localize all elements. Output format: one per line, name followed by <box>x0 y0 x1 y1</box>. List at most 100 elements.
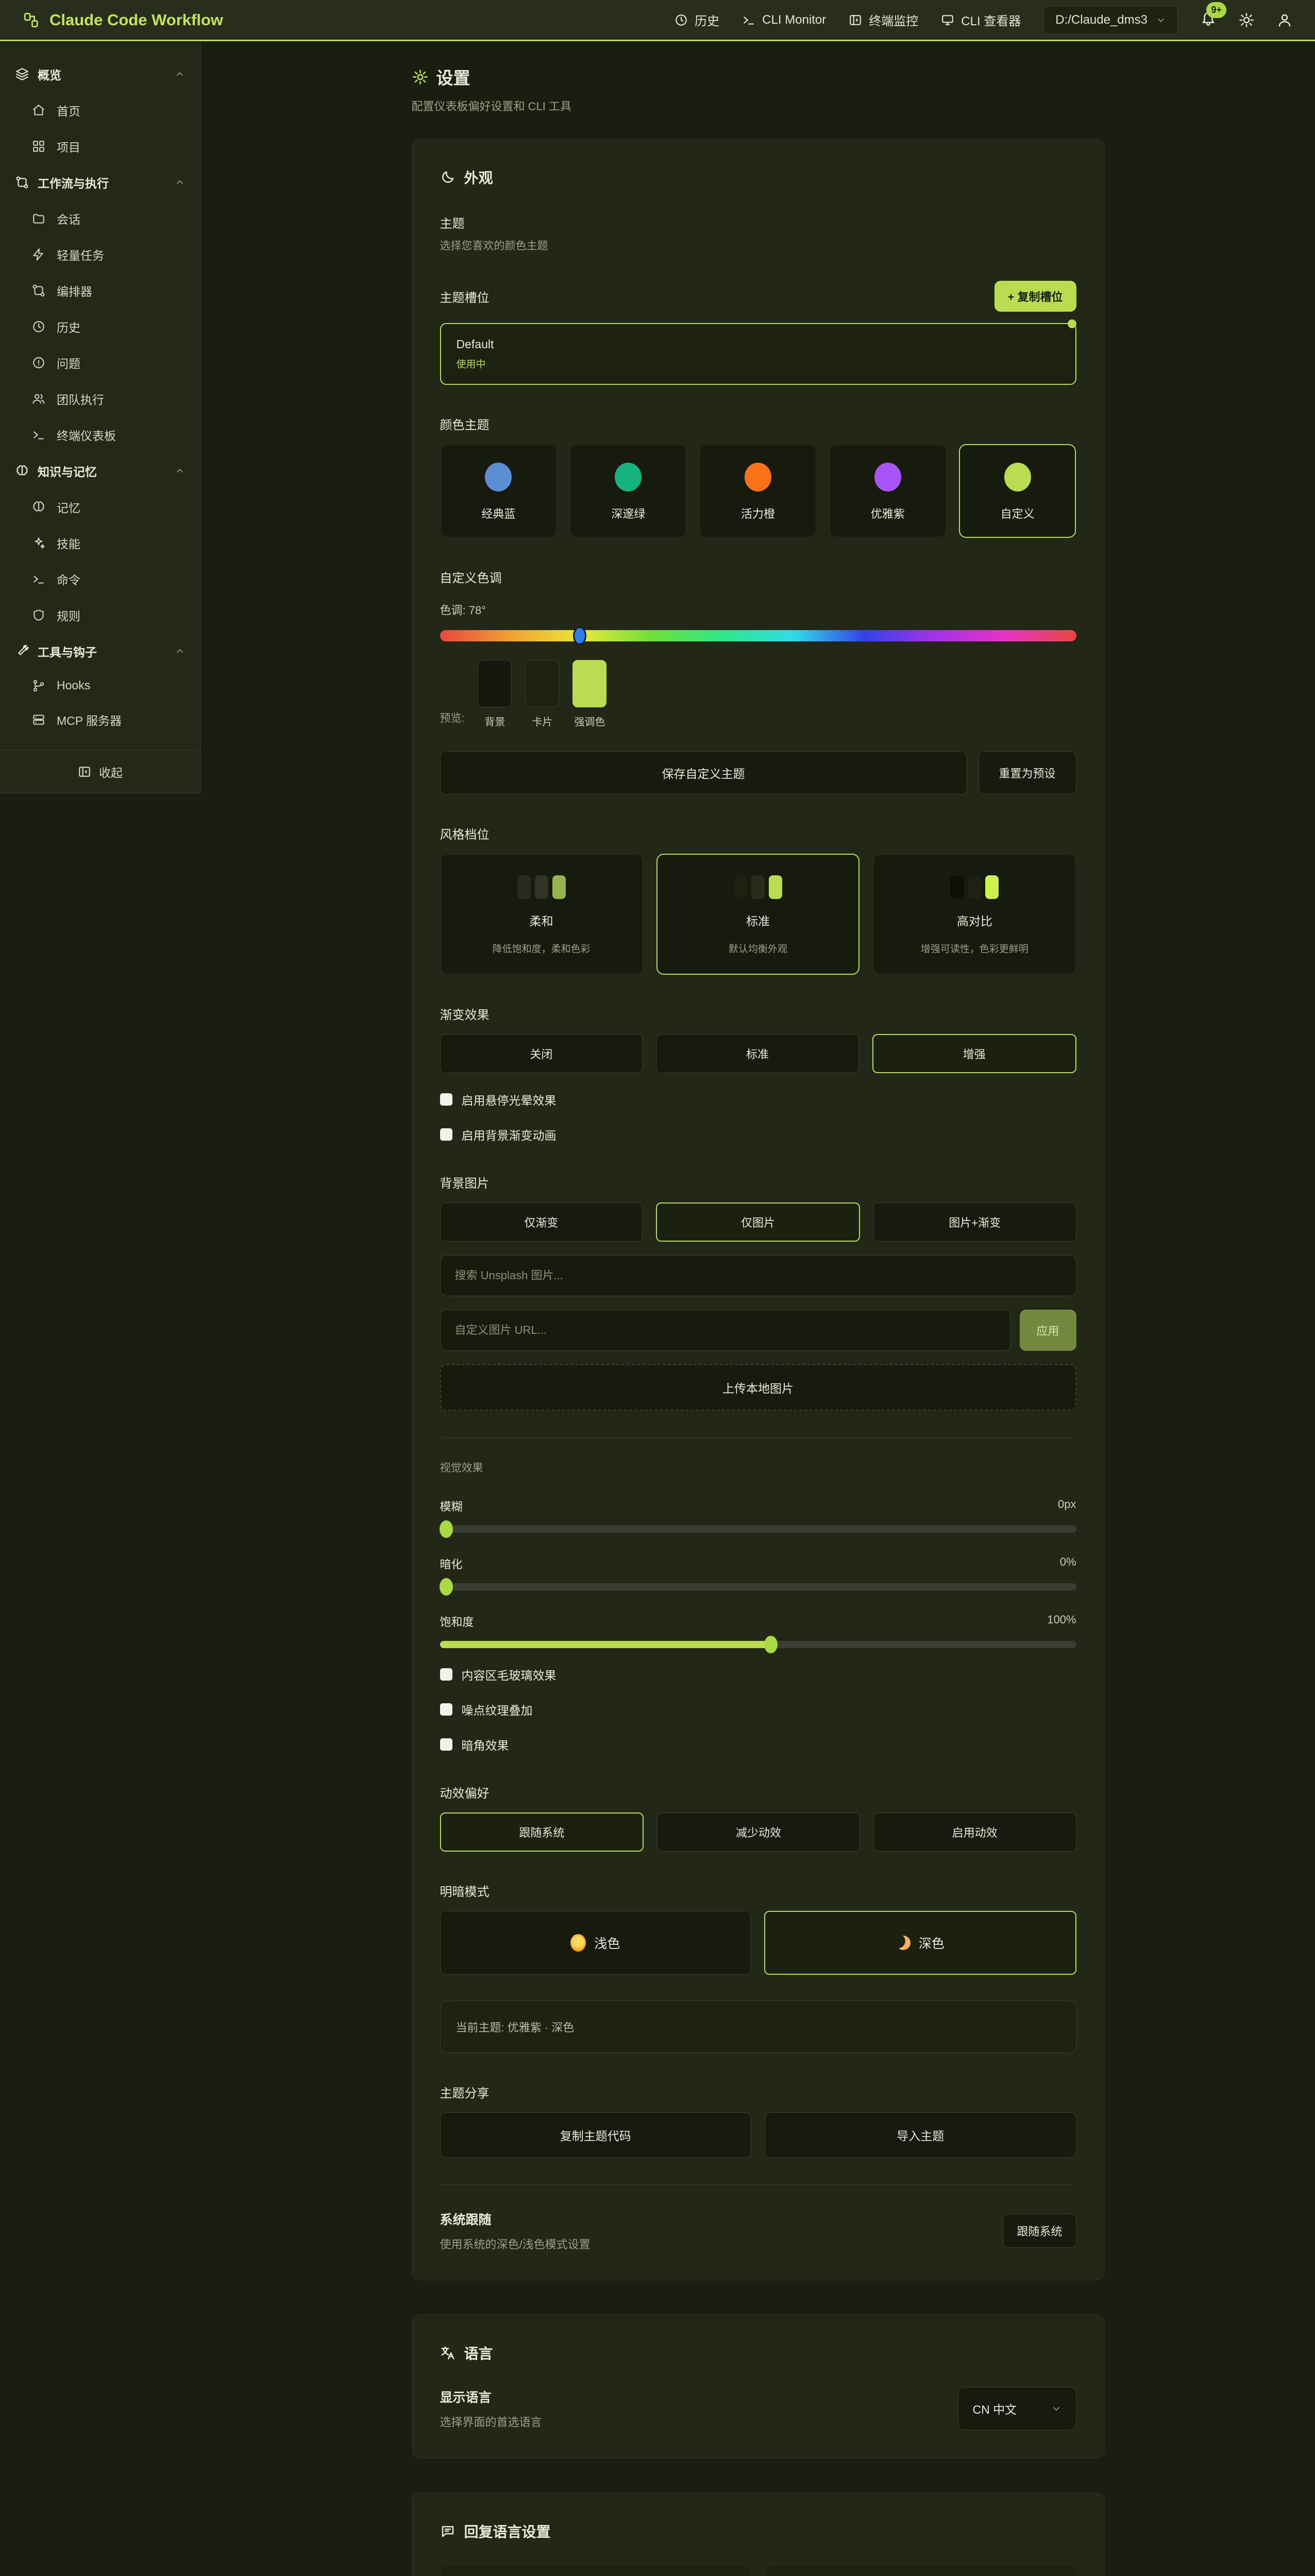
sidebar-item-rules[interactable]: 规则 <box>0 597 200 633</box>
custom-hue-label: 自定义色调 <box>440 568 1076 586</box>
gradient-off-button[interactable]: 关闭 <box>440 1034 643 1073</box>
saturation-slider-block: 饱和度 100% <box>440 1613 1076 1648</box>
sidebar-group-tools[interactable]: 工具与钩子 <box>0 633 200 669</box>
upload-local-image-button[interactable]: 上传本地图片 <box>440 1364 1076 1411</box>
sidebar-item-label: Hooks <box>57 679 90 692</box>
sidebar-item-hooks[interactable]: Hooks <box>0 669 200 702</box>
slider-thumb[interactable] <box>440 1578 453 1596</box>
checkbox-unchecked[interactable] <box>440 1668 452 1681</box>
sidebar-group-knowledge[interactable]: 知识与记忆 <box>0 453 200 489</box>
hover-glow-checkbox-row[interactable]: 启用悬停光晕效果 <box>440 1091 1076 1108</box>
page-title: 设置 <box>412 64 1105 89</box>
saturation-slider[interactable] <box>440 1641 1076 1648</box>
sidebar-group-workflow[interactable]: 工作流与执行 <box>0 164 200 200</box>
display-language-row: 显示语言 选择界面的首选语言 CN 中文 <box>440 2387 1076 2430</box>
sidebar-item-terminal-dashboard[interactable]: 终端仪表板 <box>0 417 200 453</box>
bg-image-only-button[interactable]: 仅图片 <box>656 1202 860 1242</box>
shield-icon <box>32 608 45 622</box>
sidebar-item-skills[interactable]: 技能 <box>0 525 200 561</box>
sidebar-item-projects[interactable]: 项目 <box>0 128 200 164</box>
noise-texture-checkbox-row[interactable]: 噪点纹理叠加 <box>440 1701 1076 1718</box>
app-brand[interactable]: Claude Code Workflow <box>23 11 223 29</box>
tier-swatches <box>517 875 566 899</box>
sidebar-item-commands[interactable]: 命令 <box>0 561 200 597</box>
language-select[interactable]: CN 中文 <box>958 2387 1076 2430</box>
sidebar-item-orchestrator[interactable]: 编排器 <box>0 273 200 309</box>
sidebar-item-team-exec[interactable]: 团队执行 <box>0 381 200 417</box>
sun-icon <box>570 1934 586 1952</box>
sidebar-item-history[interactable]: 历史 <box>0 309 200 345</box>
color-theme-option-purple[interactable]: 优雅紫 <box>829 444 947 538</box>
color-theme-option-blue[interactable]: 经典蓝 <box>440 444 558 538</box>
sidebar-item-memory[interactable]: 记忆 <box>0 489 200 525</box>
save-custom-theme-button[interactable]: 保存自定义主题 <box>440 751 967 794</box>
theme-slot-default[interactable]: Default 使用中 <box>440 323 1076 385</box>
nav-history[interactable]: 历史 <box>675 11 719 29</box>
apply-url-button[interactable]: 应用 <box>1020 1310 1076 1351</box>
color-theme-option-green[interactable]: 深邃绿 <box>569 444 687 538</box>
import-theme-button[interactable]: 导入主题 <box>765 2112 1076 2158</box>
anim-enabled-button[interactable]: 启用动效 <box>873 1812 1076 1852</box>
chat-bubble-icon <box>440 2523 456 2539</box>
style-tier-soft[interactable]: 柔和 降低饱和度，柔和色彩 <box>440 854 643 975</box>
sidebar-item-issues[interactable]: 问题 <box>0 345 200 381</box>
bg-gradient-only-button[interactable]: 仅渐变 <box>440 1202 643 1242</box>
custom-image-url-input[interactable] <box>440 1310 1010 1351</box>
checkbox-unchecked[interactable] <box>440 1128 452 1141</box>
reset-to-preset-button[interactable]: 重置为预设 <box>979 751 1076 794</box>
slider-thumb[interactable] <box>440 1520 453 1538</box>
checkbox-unchecked[interactable] <box>440 1093 452 1106</box>
checkbox-unchecked[interactable] <box>440 1738 452 1751</box>
chevron-up-icon <box>175 177 185 188</box>
folder-icon <box>32 212 45 225</box>
appearance-card: 外观 主题 选择您喜欢的颜色主题 主题槽位 + 复制槽位 Default 使用中… <box>412 139 1105 2280</box>
blur-slider[interactable] <box>440 1526 1076 1533</box>
workflow-logo-icon <box>23 11 40 29</box>
nav-cli-viewer[interactable]: CLI 查看器 <box>941 11 1021 29</box>
sidebar-item-label: 记忆 <box>57 498 80 516</box>
project-selector[interactable]: D:/Claude_dms3 <box>1043 6 1178 35</box>
anim-reduced-button[interactable]: 减少动效 <box>657 1812 860 1852</box>
sidebar-item-light-tasks[interactable]: 轻量任务 <box>0 236 200 273</box>
hue-slider-thumb[interactable] <box>573 626 586 645</box>
theme-toggle-sun-icon[interactable] <box>1239 12 1254 28</box>
style-tier-standard[interactable]: 标准 默认均衡外观 <box>656 854 859 975</box>
nav-cli-monitor-label: CLI Monitor <box>762 13 826 27</box>
hue-slider[interactable] <box>440 630 1076 641</box>
user-icon[interactable] <box>1277 12 1292 28</box>
style-tier-label: 风格档位 <box>440 824 1076 842</box>
mode-options: 浅色 深色 <box>440 1911 1076 1975</box>
sidebar-collapse-button[interactable]: 收起 <box>0 750 200 793</box>
nav-terminal-monitor[interactable]: 终端监控 <box>849 11 918 29</box>
bg-gradient-anim-checkbox-row[interactable]: 启用背景渐变动画 <box>440 1126 1076 1143</box>
sidebar-item-mcp-servers[interactable]: MCP 服务器 <box>0 702 200 738</box>
theme-color-swatch <box>485 463 512 492</box>
sidebar-group-overview[interactable]: 概览 <box>0 56 200 92</box>
copy-slot-button[interactable]: + 复制槽位 <box>994 281 1076 312</box>
gradient-standard-button[interactable]: 标准 <box>656 1034 859 1073</box>
style-tier-high-contrast[interactable]: 高对比 增强可读性，色彩更鲜明 <box>873 854 1076 975</box>
sidebar-item-sessions[interactable]: 会话 <box>0 200 200 236</box>
sidebar-item-home[interactable]: 首页 <box>0 92 200 128</box>
nav-cli-viewer-label: CLI 查看器 <box>961 11 1021 29</box>
checkbox-unchecked[interactable] <box>440 1703 452 1716</box>
darken-slider[interactable] <box>440 1583 1076 1590</box>
nav-cli-monitor[interactable]: CLI Monitor <box>742 13 826 27</box>
color-theme-option-custom[interactable]: 自定义 <box>959 444 1076 538</box>
copy-theme-code-button[interactable]: 复制主题代码 <box>440 2112 752 2158</box>
unsplash-search-input[interactable] <box>440 1255 1076 1296</box>
slider-thumb[interactable] <box>764 1636 778 1653</box>
follow-system-button[interactable]: 跟随系统 <box>1003 2214 1076 2248</box>
light-mode-button[interactable]: 浅色 <box>440 1911 751 1975</box>
chinese-reply-codex-card: 中文回复 Codex 已禁用 在 ~/.codex/AGENTS.md 中启用中… <box>766 2564 1076 2576</box>
vignette-checkbox-row[interactable]: 暗角效果 <box>440 1736 1076 1753</box>
gradient-enhanced-button[interactable]: 增强 <box>872 1034 1076 1073</box>
app-title: Claude Code Workflow <box>49 11 223 29</box>
color-theme-option-orange[interactable]: 活力橙 <box>699 444 817 538</box>
bg-image-gradient-button[interactable]: 图片+渐变 <box>873 1202 1076 1242</box>
anim-follow-system-button[interactable]: 跟随系统 <box>440 1812 644 1852</box>
slider-label: 模糊 <box>440 1498 463 1514</box>
notifications-button[interactable]: 9+ <box>1201 10 1216 29</box>
dark-mode-button[interactable]: 深色 <box>764 1911 1076 1975</box>
frosted-glass-checkbox-row[interactable]: 内容区毛玻璃效果 <box>440 1666 1076 1683</box>
